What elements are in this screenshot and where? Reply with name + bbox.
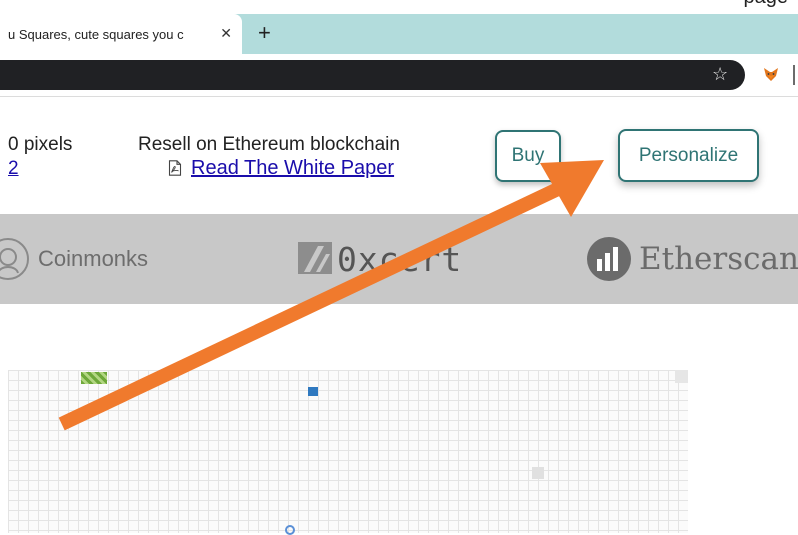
pixels-link[interactable]: 2 [8,158,19,180]
browser-tab[interactable]: u Squares, cute squares you c ✕ [0,14,242,54]
owned-square-green[interactable] [81,372,107,384]
window-title-fragment: page [744,0,789,9]
etherscan-logo-icon [587,237,631,281]
metamask-fox-icon[interactable] [763,66,779,82]
window-top-strip: page [0,0,798,14]
close-tab-icon[interactable]: ✕ [220,25,232,42]
owned-square-ring[interactable] [285,525,295,535]
etherscan-label: Etherscan [639,241,798,277]
new-tab-icon[interactable]: + [258,20,271,46]
coinmonks-label: Coinmonks [38,246,149,271]
address-bar[interactable] [0,60,745,90]
tab-title: u Squares, cute squares you c [8,26,184,42]
buy-button[interactable]: Buy [495,130,561,182]
white-paper-link[interactable]: Read The White Paper [191,157,394,180]
owned-square-gray[interactable] [532,467,544,479]
oxcert-label: 0xcert [337,240,463,279]
grid-corner-square [675,370,688,383]
pdf-icon [168,160,182,176]
bookmark-star-icon[interactable]: ☆ [712,64,728,85]
pixels-count-label: 0 pixels [8,134,73,155]
coinmonks-logo-icon [0,238,29,280]
personalize-button[interactable]: Personalize [618,129,759,182]
toolbar-divider [793,65,795,85]
resell-text: Resell on Ethereum blockchain [138,134,400,155]
owned-square-blue[interactable] [308,387,318,396]
squares-grid[interactable] [8,370,688,533]
oxcert-logo-icon [298,242,332,274]
